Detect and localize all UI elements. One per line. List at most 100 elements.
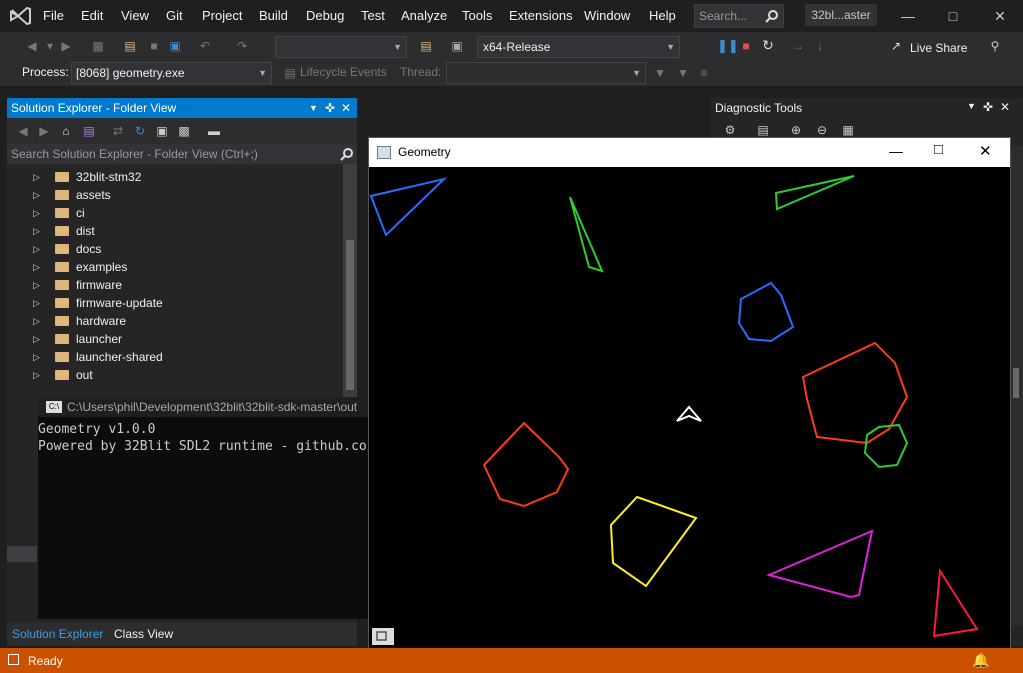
expand-icon[interactable]: ▷	[33, 294, 40, 312]
menu-tools[interactable]: Tools	[462, 8, 492, 23]
stop-icon[interactable]: ■	[738, 38, 754, 54]
open-folder-icon[interactable]: ▤	[122, 38, 138, 54]
forward-icon[interactable]: ▶	[36, 123, 52, 139]
expand-icon[interactable]: ▷	[33, 276, 40, 294]
game-canvas[interactable]	[369, 167, 1010, 648]
tree-item[interactable]: ▷ assets	[7, 186, 347, 204]
configuration-dropdown[interactable]: ▼	[275, 36, 407, 58]
scrollbar-thumb[interactable]	[346, 240, 354, 390]
tree-item[interactable]: ▷ dist	[7, 222, 347, 240]
expand-icon[interactable]: ▷	[33, 258, 40, 276]
step-into-icon[interactable]: ↓	[812, 38, 828, 54]
pin-icon[interactable]: ✜	[325, 98, 335, 118]
maximize-button[interactable]: □	[943, 6, 963, 26]
vertical-scrollbar[interactable]	[343, 164, 357, 398]
expand-icon[interactable]: ▷	[33, 240, 40, 258]
feedback-icon[interactable]: ⚲	[987, 38, 1003, 54]
menu-test[interactable]: Test	[361, 8, 385, 23]
filter-icon[interactable]: ▼	[675, 65, 691, 81]
menu-view[interactable]: View	[121, 8, 149, 23]
tree-item[interactable]: ▷ out	[7, 366, 347, 384]
menu-edit[interactable]: Edit	[81, 8, 103, 23]
pause-icon[interactable]: ❚❚	[717, 38, 739, 54]
undo-icon[interactable]: ↶	[197, 38, 213, 54]
expand-icon[interactable]: ▷	[33, 204, 40, 222]
refresh-icon[interactable]: ↻	[132, 123, 148, 139]
switch-view-icon[interactable]: ▣	[449, 38, 465, 54]
lifecycle-events-button[interactable]: Lifecycle Events	[300, 65, 387, 79]
zoom-out-icon[interactable]: ⊖	[814, 122, 830, 138]
scrollbar-thumb[interactable]	[1013, 368, 1019, 398]
close-button[interactable]: ✕	[990, 6, 1010, 26]
tree-item[interactable]: ▷ hardware	[7, 312, 347, 330]
search-input[interactable]: Search...	[694, 4, 784, 28]
filter-icon[interactable]: ▼	[652, 65, 668, 81]
minimize-button[interactable]: —	[889, 143, 903, 159]
process-dropdown[interactable]: [8068] geometry.exe ▼	[71, 62, 272, 84]
notifications-icon[interactable]: 🔔	[972, 652, 989, 669]
zoom-in-icon[interactable]: ⊕	[788, 122, 804, 138]
expand-icon[interactable]: ▷	[33, 312, 40, 330]
collapse-all-icon[interactable]: ▣	[154, 123, 170, 139]
menu-git[interactable]: Git	[166, 8, 183, 23]
home-icon[interactable]: ⌂	[58, 123, 74, 139]
save-all-icon[interactable]: ▣	[167, 38, 183, 54]
redo-icon[interactable]: ↷	[234, 38, 250, 54]
live-share-button[interactable]: Live Share	[910, 41, 967, 55]
expand-icon[interactable]: ▷	[33, 222, 40, 240]
menu-window[interactable]: Window	[584, 8, 630, 23]
maximize-button[interactable]: □	[934, 141, 943, 158]
thread-dropdown[interactable]: ▼	[446, 62, 646, 84]
flag-icon[interactable]: ≡	[696, 65, 712, 81]
tab-solution-explorer[interactable]: Solution Explorer	[12, 627, 103, 641]
menu-analyze[interactable]: Analyze	[401, 8, 447, 23]
new-project-icon[interactable]: ▩	[90, 38, 106, 54]
chevron-down-icon[interactable]: ▼	[309, 98, 318, 118]
close-button[interactable]: ✕	[979, 142, 992, 160]
save-icon[interactable]: ■	[146, 38, 162, 54]
tree-item[interactable]: ▷ firmware-update	[7, 294, 347, 312]
settings-icon[interactable]: ⚙	[722, 122, 738, 138]
chevron-down-icon[interactable]: ▼	[967, 101, 976, 111]
tree-item[interactable]: ▷ docs	[7, 240, 347, 258]
resize-grip[interactable]	[372, 628, 394, 645]
reset-zoom-icon[interactable]: ▦	[840, 122, 856, 138]
expand-icon[interactable]: ▷	[33, 366, 40, 384]
expand-icon[interactable]: ▷	[33, 186, 40, 204]
platform-dropdown[interactable]: x64-Release ▼	[477, 36, 680, 58]
tree-item[interactable]: ▷ launcher	[7, 330, 347, 348]
tree-item[interactable]: ▷ examples	[7, 258, 347, 276]
menu-build[interactable]: Build	[259, 8, 288, 23]
switch-views-icon[interactable]: ▤	[81, 123, 97, 139]
menu-debug[interactable]: Debug	[306, 8, 344, 23]
show-all-files-icon[interactable]: ▩	[176, 123, 192, 139]
back-icon[interactable]: ◀	[15, 123, 31, 139]
tree-item[interactable]: ▷ launcher-shared	[7, 348, 347, 366]
horizontal-scrollbar[interactable]	[7, 546, 37, 562]
close-icon[interactable]: ✕	[341, 98, 351, 118]
solution-explorer-search[interactable]: Search Solution Explorer - Folder View (…	[7, 144, 357, 164]
menu-project[interactable]: Project	[202, 8, 242, 23]
find-in-files-icon[interactable]: ▤	[418, 38, 434, 54]
forward-icon[interactable]: ▶	[58, 38, 74, 54]
restart-icon[interactable]: ↻	[760, 37, 776, 53]
step-over-icon[interactable]: →	[790, 38, 806, 54]
menu-file[interactable]: File	[43, 8, 64, 23]
expand-icon[interactable]: ▷	[33, 330, 40, 348]
close-icon[interactable]: ✕	[1000, 100, 1010, 114]
tab-class-view[interactable]: Class View	[114, 627, 173, 641]
tree-item[interactable]: ▷ 32blit-stm32	[7, 168, 347, 186]
export-icon[interactable]: ▤	[755, 122, 771, 138]
expand-icon[interactable]: ▷	[33, 168, 40, 186]
menu-help[interactable]: Help	[649, 8, 676, 23]
dropdown-icon[interactable]: ▾	[42, 38, 58, 54]
vertical-scrollbar[interactable]	[1009, 146, 1023, 626]
menu-extensions[interactable]: Extensions	[509, 8, 573, 23]
back-icon[interactable]: ◀	[24, 38, 40, 54]
pin-icon[interactable]: ✜	[983, 100, 993, 114]
sync-icon[interactable]: ⇄	[110, 123, 126, 139]
properties-icon[interactable]: ▬	[206, 123, 222, 139]
expand-icon[interactable]: ▷	[33, 348, 40, 366]
tree-item[interactable]: ▷ firmware	[7, 276, 347, 294]
minimize-button[interactable]: —	[898, 6, 918, 26]
